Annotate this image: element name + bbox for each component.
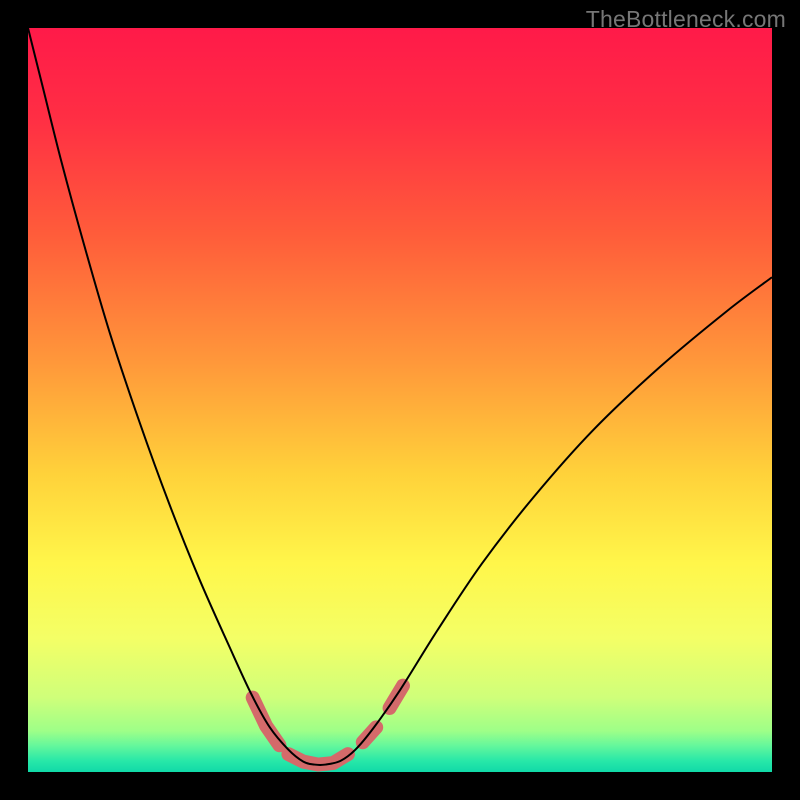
chart-stage: TheBottleneck.com (0, 0, 800, 800)
plot-background (28, 28, 772, 772)
watermark-label: TheBottleneck.com (586, 6, 786, 33)
bottleneck-chart (0, 0, 800, 800)
